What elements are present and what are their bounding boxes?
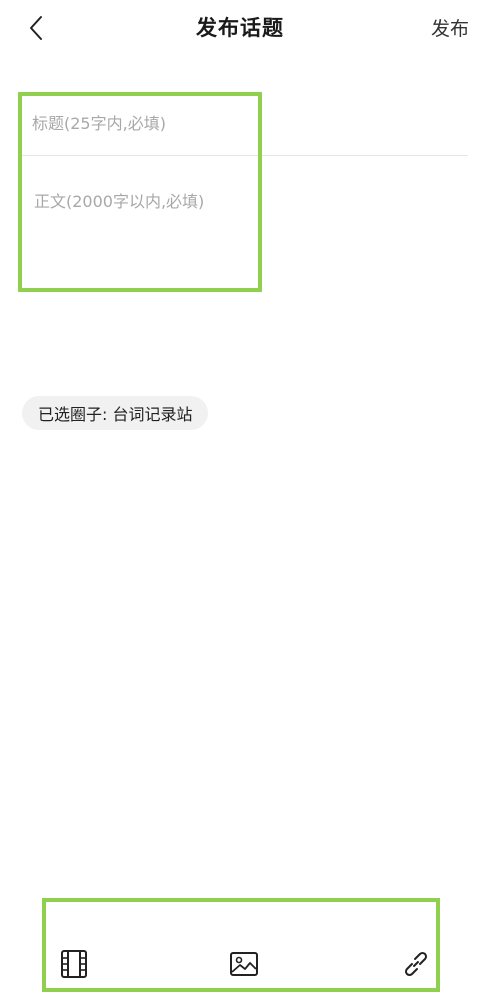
page-title: 发布话题 <box>196 16 284 40</box>
top-bar: 发布话题 发布 <box>0 0 480 56</box>
video-icon <box>61 950 87 978</box>
image-icon <box>230 952 258 976</box>
link-icon <box>404 951 428 977</box>
title-input[interactable] <box>22 92 468 156</box>
add-video-button[interactable] <box>58 948 90 980</box>
body-input[interactable] <box>22 174 468 284</box>
bottom-toolbar <box>42 898 440 992</box>
publish-button[interactable]: 发布 <box>431 14 469 41</box>
selected-circle-chip[interactable]: 已选圈子: 台词记录站 <box>22 396 209 430</box>
selected-circle-label: 已选圈子: 台词记录站 <box>38 405 193 424</box>
add-image-button[interactable] <box>228 948 260 980</box>
add-link-button[interactable] <box>400 948 432 980</box>
